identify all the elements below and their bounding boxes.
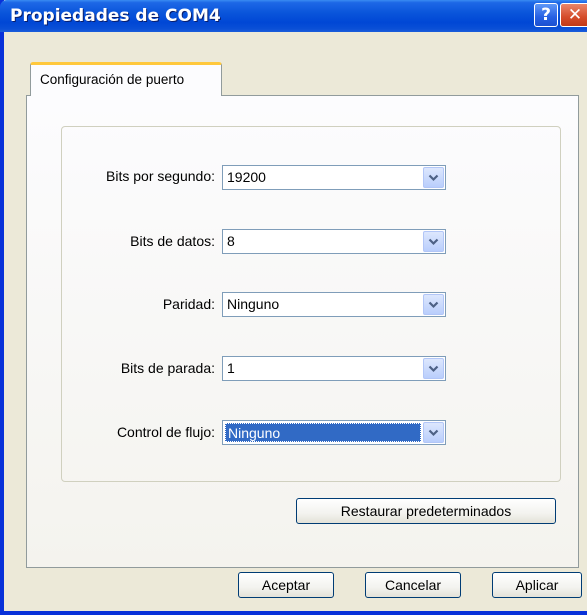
- help-icon: ?: [541, 5, 551, 25]
- help-button[interactable]: ?: [534, 3, 558, 27]
- tab-port-settings[interactable]: Configuración de puerto: [30, 62, 222, 96]
- properties-dialog: Propiedades de COM4 ? ✕ Configuración de…: [0, 0, 587, 615]
- close-button[interactable]: ✕: [560, 3, 587, 27]
- stop-bits-value: 1: [227, 360, 235, 376]
- chevron-down-icon[interactable]: [423, 358, 444, 379]
- chevron-down-icon[interactable]: [423, 167, 444, 188]
- tab-panel: Bits por segundo: 19200 Bits de datos: 8…: [26, 95, 579, 568]
- bits-per-second-value: 19200: [227, 169, 266, 185]
- flow-control-select[interactable]: Ninguno: [222, 420, 446, 445]
- data-bits-value: 8: [227, 233, 235, 249]
- data-bits-select[interactable]: 8: [222, 229, 446, 254]
- bits-per-second-select[interactable]: 19200: [222, 165, 446, 190]
- ok-button[interactable]: Aceptar: [238, 572, 334, 598]
- tab-label: Configuración de puerto: [40, 72, 185, 87]
- flow-control-value: Ninguno: [225, 423, 421, 442]
- window-title: Propiedades de COM4: [10, 6, 221, 26]
- parity-select[interactable]: Ninguno: [222, 292, 446, 317]
- chevron-down-icon[interactable]: [423, 422, 444, 443]
- cancel-button[interactable]: Cancelar: [365, 572, 461, 598]
- data-bits-label: Bits de datos:: [130, 233, 215, 249]
- close-icon: ✕: [567, 5, 583, 25]
- stop-bits-select[interactable]: 1: [222, 356, 446, 381]
- apply-button[interactable]: Aplicar: [492, 572, 582, 598]
- title-bar[interactable]: Propiedades de COM4 ? ✕: [0, 0, 587, 32]
- flow-control-label: Control de flujo:: [116, 424, 215, 440]
- chevron-down-icon[interactable]: [423, 294, 444, 315]
- stop-bits-label: Bits de parada:: [120, 360, 215, 376]
- bits-per-second-label: Bits por segundo:: [106, 168, 215, 184]
- chevron-down-icon[interactable]: [423, 231, 444, 252]
- parity-value: Ninguno: [227, 296, 280, 312]
- restore-defaults-button[interactable]: Restaurar predeterminados: [296, 498, 556, 524]
- parity-label: Paridad:: [162, 296, 215, 312]
